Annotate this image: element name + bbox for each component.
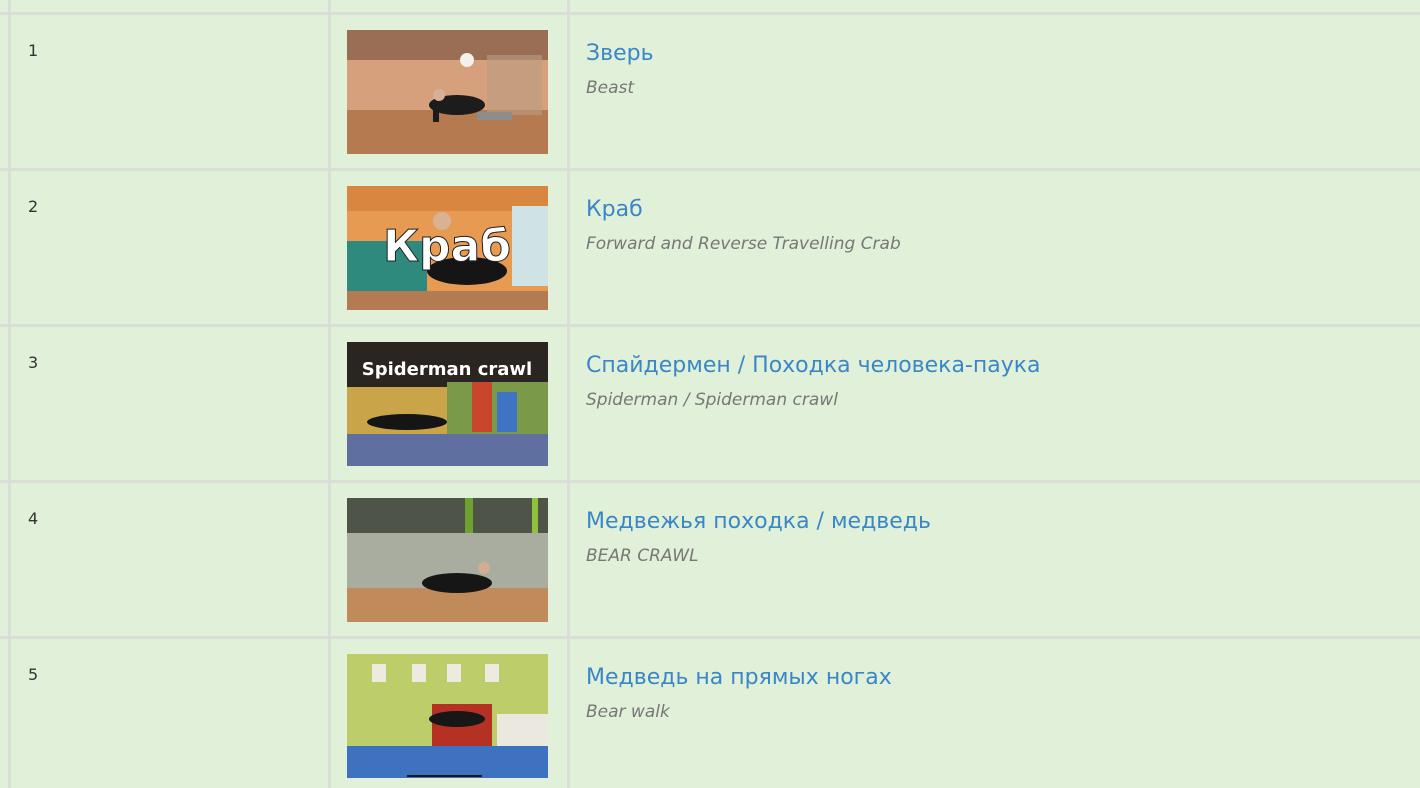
table-top-edge bbox=[0, 0, 1420, 12]
row-number: 3 bbox=[28, 353, 39, 372]
exercise-title-link[interactable]: Спайдермен / Походка человека-паука bbox=[586, 353, 1041, 378]
bear-crawl-video-thumbnail[interactable] bbox=[347, 498, 548, 622]
table-row: 5 Медведь на прямых ногах Bear walk bbox=[0, 636, 1420, 788]
exercise-subtitle: Spiderman / Spiderman crawl bbox=[586, 390, 838, 410]
exercise-title-link[interactable]: Медведь на прямых ногах bbox=[586, 665, 892, 690]
table-row: 2 Краб Краб Forward and Reverse Travelli… bbox=[0, 168, 1420, 324]
table-row: 1 Зверь Beast bbox=[0, 12, 1420, 168]
exercise-subtitle: Forward and Reverse Travelling Crab bbox=[586, 234, 901, 254]
exercise-title-link[interactable]: Медвежья походка / медведь bbox=[586, 509, 931, 534]
bear-walk-video-thumbnail[interactable] bbox=[347, 654, 548, 778]
exercise-title-link[interactable]: Краб bbox=[586, 197, 643, 222]
thumbnail-overlay-text: Краб bbox=[383, 221, 511, 272]
row-number: 5 bbox=[28, 665, 39, 684]
beast-video-thumbnail[interactable] bbox=[347, 30, 548, 154]
row-number: 4 bbox=[28, 509, 39, 528]
spiderman-video-thumbnail[interactable]: Spiderman crawl bbox=[347, 342, 548, 466]
table-row: 3 Spiderman crawl Спайдермен / Походка ч… bbox=[0, 324, 1420, 480]
exercise-subtitle: Beast bbox=[586, 78, 635, 98]
exercise-subtitle: Bear walk bbox=[586, 702, 670, 722]
exercise-title-link[interactable]: Зверь bbox=[586, 41, 654, 66]
row-number: 2 bbox=[28, 197, 39, 216]
crab-video-thumbnail[interactable]: Краб bbox=[347, 186, 548, 310]
thumbnail-overlay-text: Spiderman crawl bbox=[362, 359, 532, 380]
table-row: 4 Медвежья походка / медведь BEAR CRAWL bbox=[0, 480, 1420, 636]
exercise-subtitle: BEAR CRAWL bbox=[586, 546, 699, 566]
exercise-table: 1 Зверь Beast 2 Краб Краб Forward and Re… bbox=[0, 0, 1420, 788]
row-number: 1 bbox=[28, 41, 39, 60]
